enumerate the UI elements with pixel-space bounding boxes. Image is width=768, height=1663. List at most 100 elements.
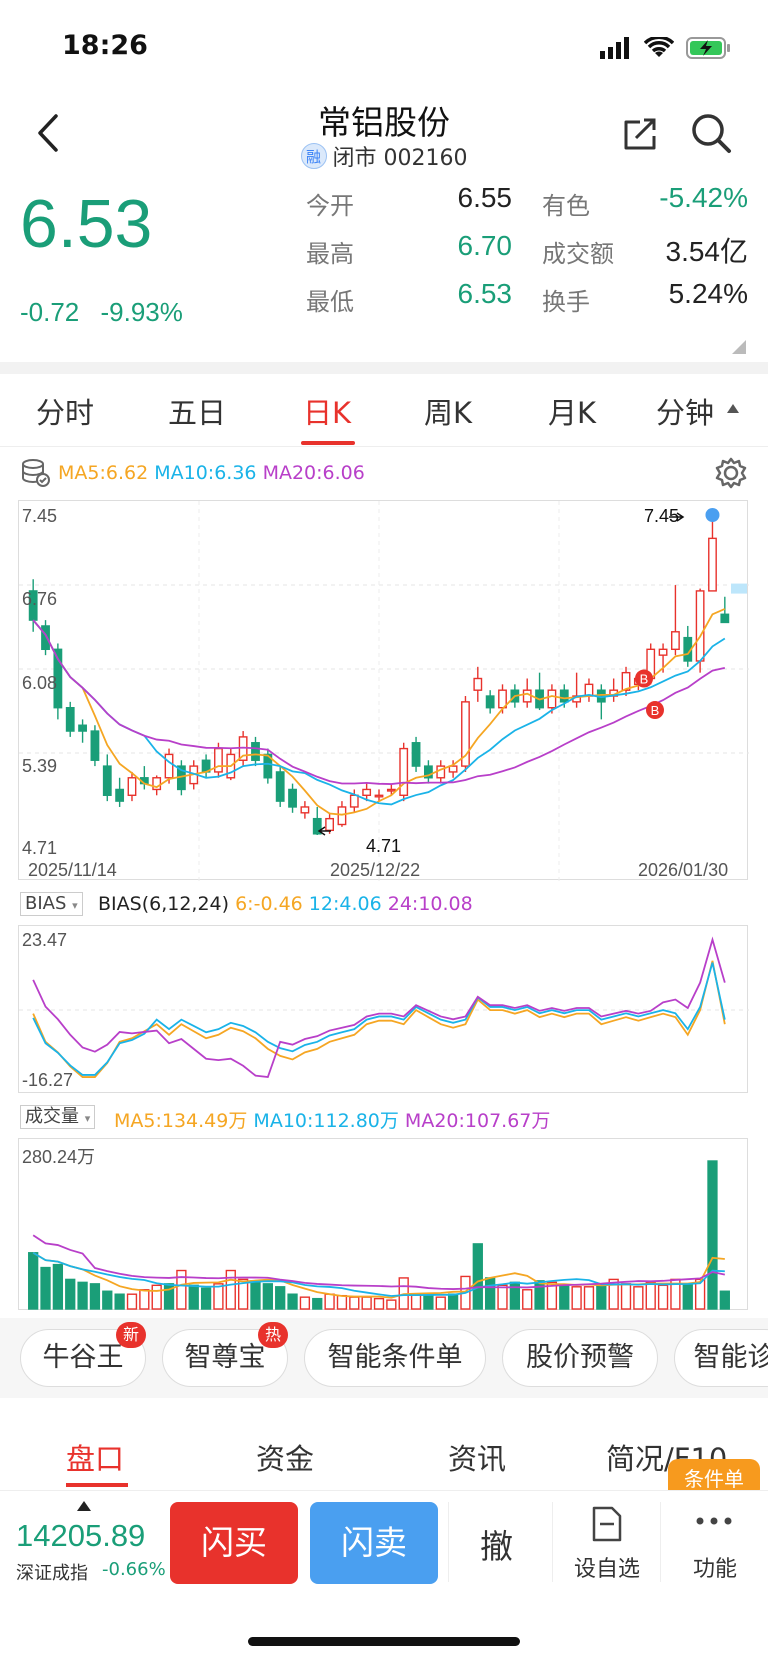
bias-selector[interactable]: BIAS ▾ bbox=[20, 892, 83, 916]
ma20-value: MA20:6.06 bbox=[262, 462, 365, 484]
more-dots-icon[interactable] bbox=[694, 1515, 734, 1527]
volume-legend: MA5:134.49万 MA10:112.80万 MA20:107.67万 bbox=[114, 1106, 550, 1133]
search-icon[interactable] bbox=[688, 110, 734, 156]
candle-body bbox=[325, 817, 335, 832]
volume-bar bbox=[682, 1283, 693, 1310]
bias-chart[interactable] bbox=[18, 925, 749, 1093]
caret-up-icon[interactable] bbox=[726, 402, 740, 414]
volume-bar bbox=[89, 1283, 101, 1310]
vol-ma10: MA10:112.80万 bbox=[253, 1110, 399, 1132]
candle-body bbox=[214, 747, 223, 773]
vol-ma20-line bbox=[32, 1234, 726, 1290]
stat-label: 今开 bbox=[306, 192, 354, 220]
bias12-value: 12:4.06 bbox=[308, 893, 382, 915]
stat-value: -5.42% bbox=[659, 182, 748, 213]
stat-value: 3.54亿 bbox=[665, 236, 749, 267]
candle-body bbox=[522, 689, 532, 703]
caret-up-icon[interactable] bbox=[76, 1500, 92, 1512]
x-label-end: 2026/01/30 bbox=[638, 860, 729, 880]
candle-body bbox=[473, 677, 483, 691]
tool-pill-label: 智尊宝 bbox=[184, 1342, 266, 1373]
candle-body bbox=[102, 765, 112, 796]
volume-bar bbox=[559, 1284, 570, 1310]
dropdown-icon: ▾ bbox=[72, 899, 78, 912]
volume-bar bbox=[262, 1283, 273, 1310]
market-status-code: 闭市 002160 bbox=[332, 146, 468, 171]
tool-pill[interactable]: 智能条件单 bbox=[304, 1329, 486, 1387]
volume-bar bbox=[410, 1293, 422, 1310]
volume-bar bbox=[435, 1296, 446, 1310]
tool-pill-label: 牛谷王 bbox=[42, 1342, 124, 1373]
high-dot bbox=[705, 508, 720, 522]
cancel-order-button[interactable]: 撤 bbox=[480, 1520, 513, 1568]
volume-bar bbox=[213, 1283, 224, 1310]
divider bbox=[552, 1502, 553, 1582]
tab-period[interactable]: 五日 bbox=[168, 390, 226, 432]
tab-period[interactable]: 月K bbox=[548, 390, 596, 432]
bias24-line bbox=[32, 936, 726, 1079]
tab-period[interactable]: 分时 bbox=[36, 390, 94, 432]
tab-period[interactable]: 周K bbox=[424, 390, 472, 432]
candle-body bbox=[485, 695, 495, 709]
candle-body bbox=[399, 747, 409, 796]
flash-sell-button[interactable]: 闪卖 bbox=[310, 1502, 438, 1584]
buy-marker-label: B bbox=[640, 672, 649, 687]
tool-pill[interactable]: 智能诊 bbox=[674, 1329, 768, 1387]
tab-period[interactable]: 分钟 bbox=[656, 390, 714, 432]
candle-body bbox=[275, 771, 285, 802]
info-tab[interactable]: 资讯 bbox=[448, 1436, 506, 1478]
stat-label: 换手 bbox=[542, 288, 590, 316]
low-annotation: 4.71 bbox=[366, 836, 402, 856]
share-icon[interactable] bbox=[618, 110, 664, 156]
add-watchlist-icon[interactable] bbox=[588, 1504, 624, 1544]
tab-period[interactable]: 日K bbox=[303, 390, 351, 432]
bias-label: BIAS(6,12,24) bbox=[98, 893, 230, 915]
price-change: -0.72 -9.93% bbox=[20, 297, 183, 328]
expand-corner-icon[interactable] bbox=[728, 338, 748, 356]
candle-body bbox=[547, 689, 557, 709]
ma5-value: MA5:6.62 bbox=[58, 462, 149, 484]
tool-pill[interactable]: 股价预警 bbox=[502, 1329, 658, 1387]
volume-bar bbox=[571, 1286, 582, 1310]
price-tag bbox=[731, 583, 747, 594]
volume-bar bbox=[52, 1263, 64, 1310]
stat-value: 6.53 bbox=[457, 278, 513, 309]
candle-body bbox=[658, 648, 668, 656]
candle-body bbox=[411, 742, 421, 767]
volume-bar bbox=[139, 1289, 150, 1310]
volume-bar bbox=[485, 1277, 496, 1310]
index-value[interactable]: 14205.89 bbox=[16, 1518, 145, 1554]
volume-bar bbox=[534, 1280, 545, 1310]
volume-bar bbox=[472, 1243, 483, 1310]
volume-bar bbox=[40, 1266, 51, 1310]
stat-label: 最高 bbox=[306, 240, 354, 268]
volume-selector-label: 成交量 bbox=[25, 1106, 79, 1127]
kline-chart[interactable]: BB bbox=[18, 500, 749, 881]
stat-value: 6.70 bbox=[457, 230, 513, 261]
volume-bar bbox=[522, 1289, 533, 1310]
volume-bar bbox=[299, 1296, 311, 1310]
y-label-bottom: 4.71 bbox=[22, 838, 58, 858]
candle-body bbox=[65, 707, 75, 732]
bias-y-top: 23.47 bbox=[22, 930, 68, 950]
x-label-mid: 2025/12/22 bbox=[330, 860, 421, 880]
tabs-divider bbox=[0, 446, 768, 447]
bias-selector-label: BIAS bbox=[25, 893, 67, 914]
info-tab[interactable]: 资金 bbox=[256, 1436, 314, 1478]
change-amount: -0.72 bbox=[20, 297, 80, 327]
settings-gear-icon[interactable] bbox=[714, 456, 748, 490]
volume-bar bbox=[324, 1293, 335, 1310]
database-icon[interactable] bbox=[20, 458, 50, 488]
volume-chart[interactable] bbox=[18, 1138, 748, 1310]
info-tab-indicator bbox=[66, 1483, 128, 1487]
volume-bar bbox=[596, 1284, 607, 1310]
info-tab[interactable]: 盘口 bbox=[66, 1436, 124, 1478]
flash-buy-button[interactable]: 闪买 bbox=[170, 1502, 298, 1584]
volume-selector[interactable]: 成交量 ▾ bbox=[20, 1105, 96, 1129]
status-icons bbox=[600, 36, 732, 60]
more-functions-label[interactable]: 功能 bbox=[684, 1551, 746, 1583]
home-indicator bbox=[248, 1637, 520, 1646]
add-watchlist-label[interactable]: 设自选 bbox=[570, 1551, 644, 1583]
change-percent: -9.93% bbox=[100, 297, 183, 327]
volume-bar bbox=[386, 1299, 397, 1310]
